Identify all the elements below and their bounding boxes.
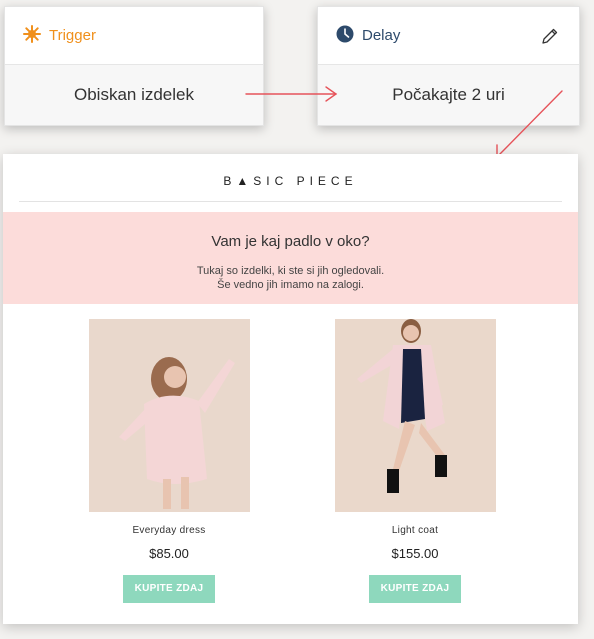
product-name: Light coat <box>391 525 439 536</box>
email-headline: Vam je kaj padlo v oko? <box>211 233 370 250</box>
product-card: Everyday dress $85.00 KUPITE ZDAJ <box>69 319 269 603</box>
product-price: $155.00 <box>391 546 439 561</box>
product-name: Everyday dress <box>132 525 206 536</box>
divider <box>19 201 562 202</box>
product-image-coat[interactable] <box>334 319 496 512</box>
email-subtext-line1: Tukaj so izdelki, ki ste si jih ogledova… <box>196 265 385 277</box>
arrow-delay-to-email <box>496 90 563 158</box>
email-subtext: Tukaj so izdelki, ki ste si jih ogledova… <box>3 264 578 292</box>
brand-logo: B▲SIC PIECE <box>223 174 358 188</box>
buy-now-button[interactable]: KUPITE ZDAJ <box>368 575 462 603</box>
buy-now-button[interactable]: KUPITE ZDAJ <box>122 575 216 603</box>
email-preview: B▲SIC PIECE Vam je kaj padlo v oko? Tuka… <box>3 154 578 624</box>
product-card: Light coat $155.00 KUPITE ZDAJ <box>315 319 515 603</box>
email-subtext-line2: Še vedno jih imamo na zalogi. <box>217 279 364 291</box>
product-price: $85.00 <box>149 546 189 561</box>
product-image-dress[interactable] <box>88 319 250 512</box>
email-banner: Vam je kaj padlo v oko? Tukaj so izdelki… <box>3 212 578 304</box>
